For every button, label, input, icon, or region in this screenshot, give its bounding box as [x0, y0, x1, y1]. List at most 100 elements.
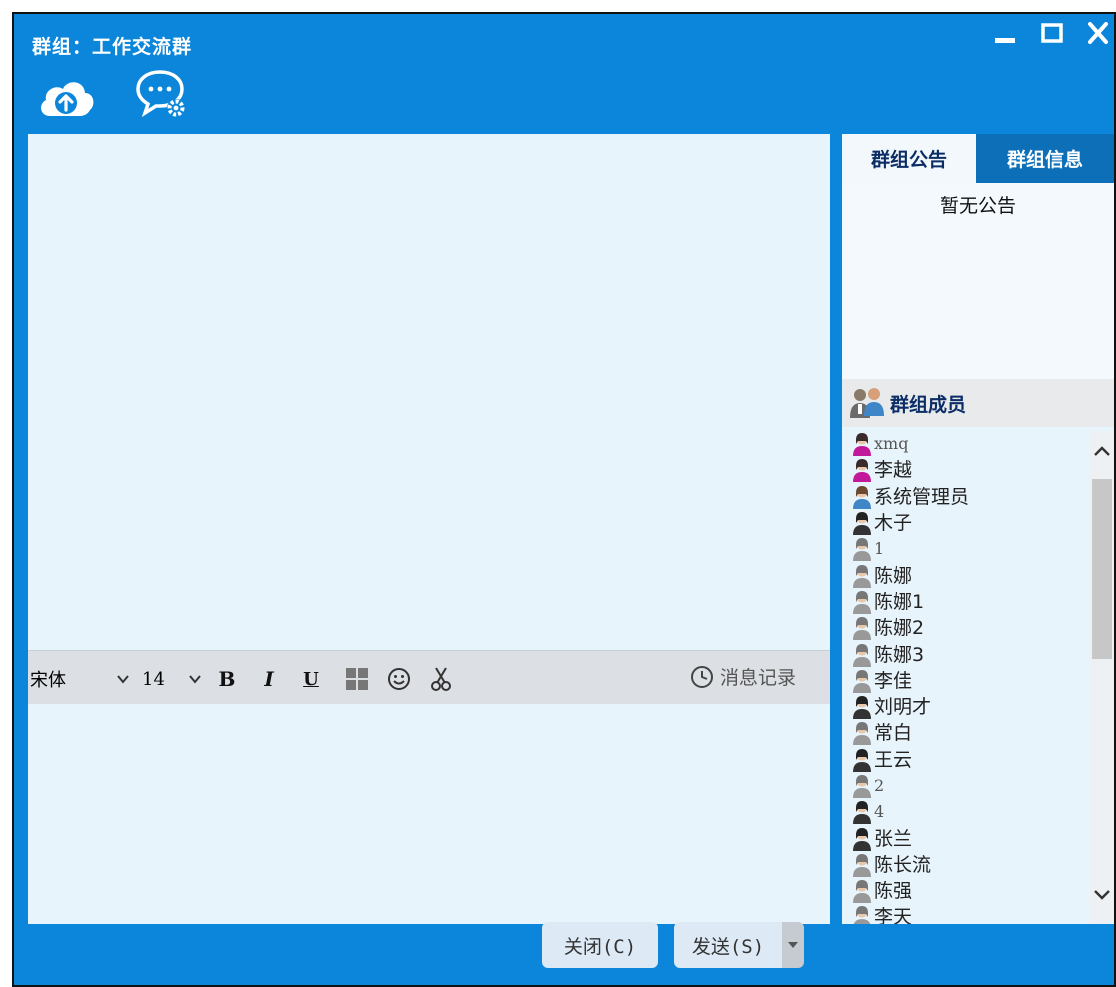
announcement-panel: 暂无公告	[842, 183, 1114, 379]
chevron-up-icon	[1094, 446, 1110, 456]
member-name: 陈娜1	[874, 590, 925, 613]
user-avatar-icon	[853, 827, 871, 851]
user-avatar-icon	[853, 459, 871, 483]
user-avatar-icon	[853, 696, 871, 720]
underline-button[interactable]: U	[298, 665, 324, 693]
message-display	[28, 134, 830, 650]
send-button[interactable]: 发送(S)	[674, 922, 782, 968]
member-name: 2	[874, 776, 885, 795]
window-title: 群组：工作交流群	[32, 36, 193, 58]
user-avatar-icon	[853, 669, 871, 693]
upload-button[interactable]	[36, 72, 96, 126]
message-input[interactable]	[28, 704, 830, 924]
screenshot-button[interactable]	[344, 665, 370, 693]
scroll-thumb[interactable]	[1092, 479, 1112, 659]
smiley-icon	[388, 668, 410, 690]
member-item[interactable]: 张兰	[842, 825, 1090, 851]
close-window-button[interactable]	[1086, 20, 1110, 51]
user-avatar-icon	[853, 590, 871, 614]
members-header: 群组成员	[842, 379, 1114, 427]
member-name: 系统管理员	[874, 485, 970, 508]
chat-pane: 宋体 14 B I U 消息记录	[28, 134, 830, 924]
user-avatar-icon	[853, 433, 871, 457]
member-item[interactable]: 4	[842, 799, 1090, 825]
members-title: 群组成员	[890, 393, 967, 416]
member-scrollbar[interactable]	[1090, 431, 1114, 924]
close-button[interactable]: 关闭(C)	[542, 922, 658, 968]
message-history-button[interactable]: 消息记录	[690, 663, 796, 690]
member-item[interactable]: 常白	[842, 720, 1090, 746]
font-select[interactable]: 宋体	[30, 665, 132, 693]
member-item[interactable]: 陈娜3	[842, 641, 1090, 667]
cut-button[interactable]	[428, 665, 454, 693]
member-name: 1	[874, 539, 885, 559]
send-options-button[interactable]	[782, 922, 804, 968]
member-item[interactable]: 陈娜1	[842, 589, 1090, 615]
member-name: 陈娜2	[874, 617, 925, 640]
chat-settings-button[interactable]	[134, 68, 192, 124]
font-select-value: 宋体	[30, 670, 66, 691]
member-name: 陈娜3	[874, 643, 925, 666]
tab-announcement[interactable]: 群组公告	[842, 134, 976, 183]
bold-button[interactable]: B	[214, 665, 240, 693]
user-avatar-icon	[853, 643, 871, 667]
member-item[interactable]: 2	[842, 773, 1090, 799]
scissors-icon	[431, 667, 451, 691]
scroll-up-button[interactable]	[1090, 439, 1114, 463]
member-item[interactable]: 王云	[842, 747, 1090, 773]
user-avatar-icon	[853, 512, 871, 536]
history-label: 消息记录	[719, 667, 796, 689]
member-name: 李天	[874, 906, 913, 924]
minimize-button[interactable]	[992, 20, 1018, 51]
user-avatar-icon	[853, 748, 871, 772]
user-avatar-icon	[853, 538, 871, 562]
group-side-panel: 群组公告 群组信息 暂无公告 群组成员 xmq 李越系统管理员木子 1 陈娜陈娜1 陈娜…	[842, 134, 1114, 924]
user-avatar-icon	[854, 906, 870, 924]
member-item[interactable]: 1	[842, 536, 1090, 562]
emoji-button[interactable]	[386, 665, 412, 693]
announcement-text: 暂无公告	[939, 195, 1016, 217]
member-name: 刘明才	[874, 696, 932, 719]
minimize-icon	[995, 38, 1015, 43]
close-icon	[1088, 22, 1108, 44]
italic-button[interactable]: I	[256, 665, 282, 693]
maximize-icon	[1041, 23, 1063, 43]
member-name: 木子	[874, 512, 913, 535]
user-avatar-icon	[853, 853, 871, 877]
member-item[interactable]: 系统管理员	[842, 484, 1090, 510]
member-name: 陈强	[874, 880, 913, 903]
cloud-upload-icon	[41, 82, 94, 116]
member-item[interactable]: 李佳	[842, 668, 1090, 694]
member-item[interactable]: xmq	[842, 431, 1090, 457]
user-avatar-icon	[853, 485, 871, 509]
member-name: xmq	[874, 434, 909, 454]
member-name: 李越	[874, 459, 913, 482]
chevron-down-icon	[117, 675, 129, 684]
size-select[interactable]: 14	[142, 665, 204, 693]
member-item[interactable]: 李天	[842, 904, 1090, 924]
member-item[interactable]: 陈娜	[842, 562, 1090, 588]
format-toolbar: 宋体 14 B I U 消息记录	[28, 650, 830, 704]
clock-icon	[690, 665, 713, 688]
member-item[interactable]: 陈长流	[842, 852, 1090, 878]
member-item[interactable]: 木子	[842, 510, 1090, 536]
member-item[interactable]: 陈强	[842, 878, 1090, 904]
member-item[interactable]: 陈娜2	[842, 615, 1090, 641]
member-name: 李佳	[874, 669, 913, 692]
maximize-button[interactable]	[1040, 20, 1064, 51]
member-name: 4	[874, 802, 885, 822]
user-avatar-icon	[853, 564, 871, 588]
tab-group-info[interactable]: 群组信息	[976, 134, 1114, 183]
member-name: 陈长流	[874, 853, 932, 876]
member-list: xmq 李越系统管理员木子 1 陈娜陈娜1 陈娜2 陈娜3 李佳刘明才 常白 王云 2 4 张兰 陈长流…	[842, 431, 1090, 924]
chevron-down-icon	[189, 675, 201, 684]
member-name: 陈娜	[874, 564, 913, 587]
user-avatar-icon	[853, 775, 871, 798]
grid-icon	[346, 668, 368, 690]
user-avatar-icon	[853, 617, 871, 641]
member-item[interactable]: 李越	[842, 457, 1090, 483]
user-avatar-icon	[853, 722, 871, 746]
member-item[interactable]: 刘明才	[842, 694, 1090, 720]
group-members-icon	[850, 388, 884, 418]
scroll-down-button[interactable]	[1090, 883, 1114, 907]
